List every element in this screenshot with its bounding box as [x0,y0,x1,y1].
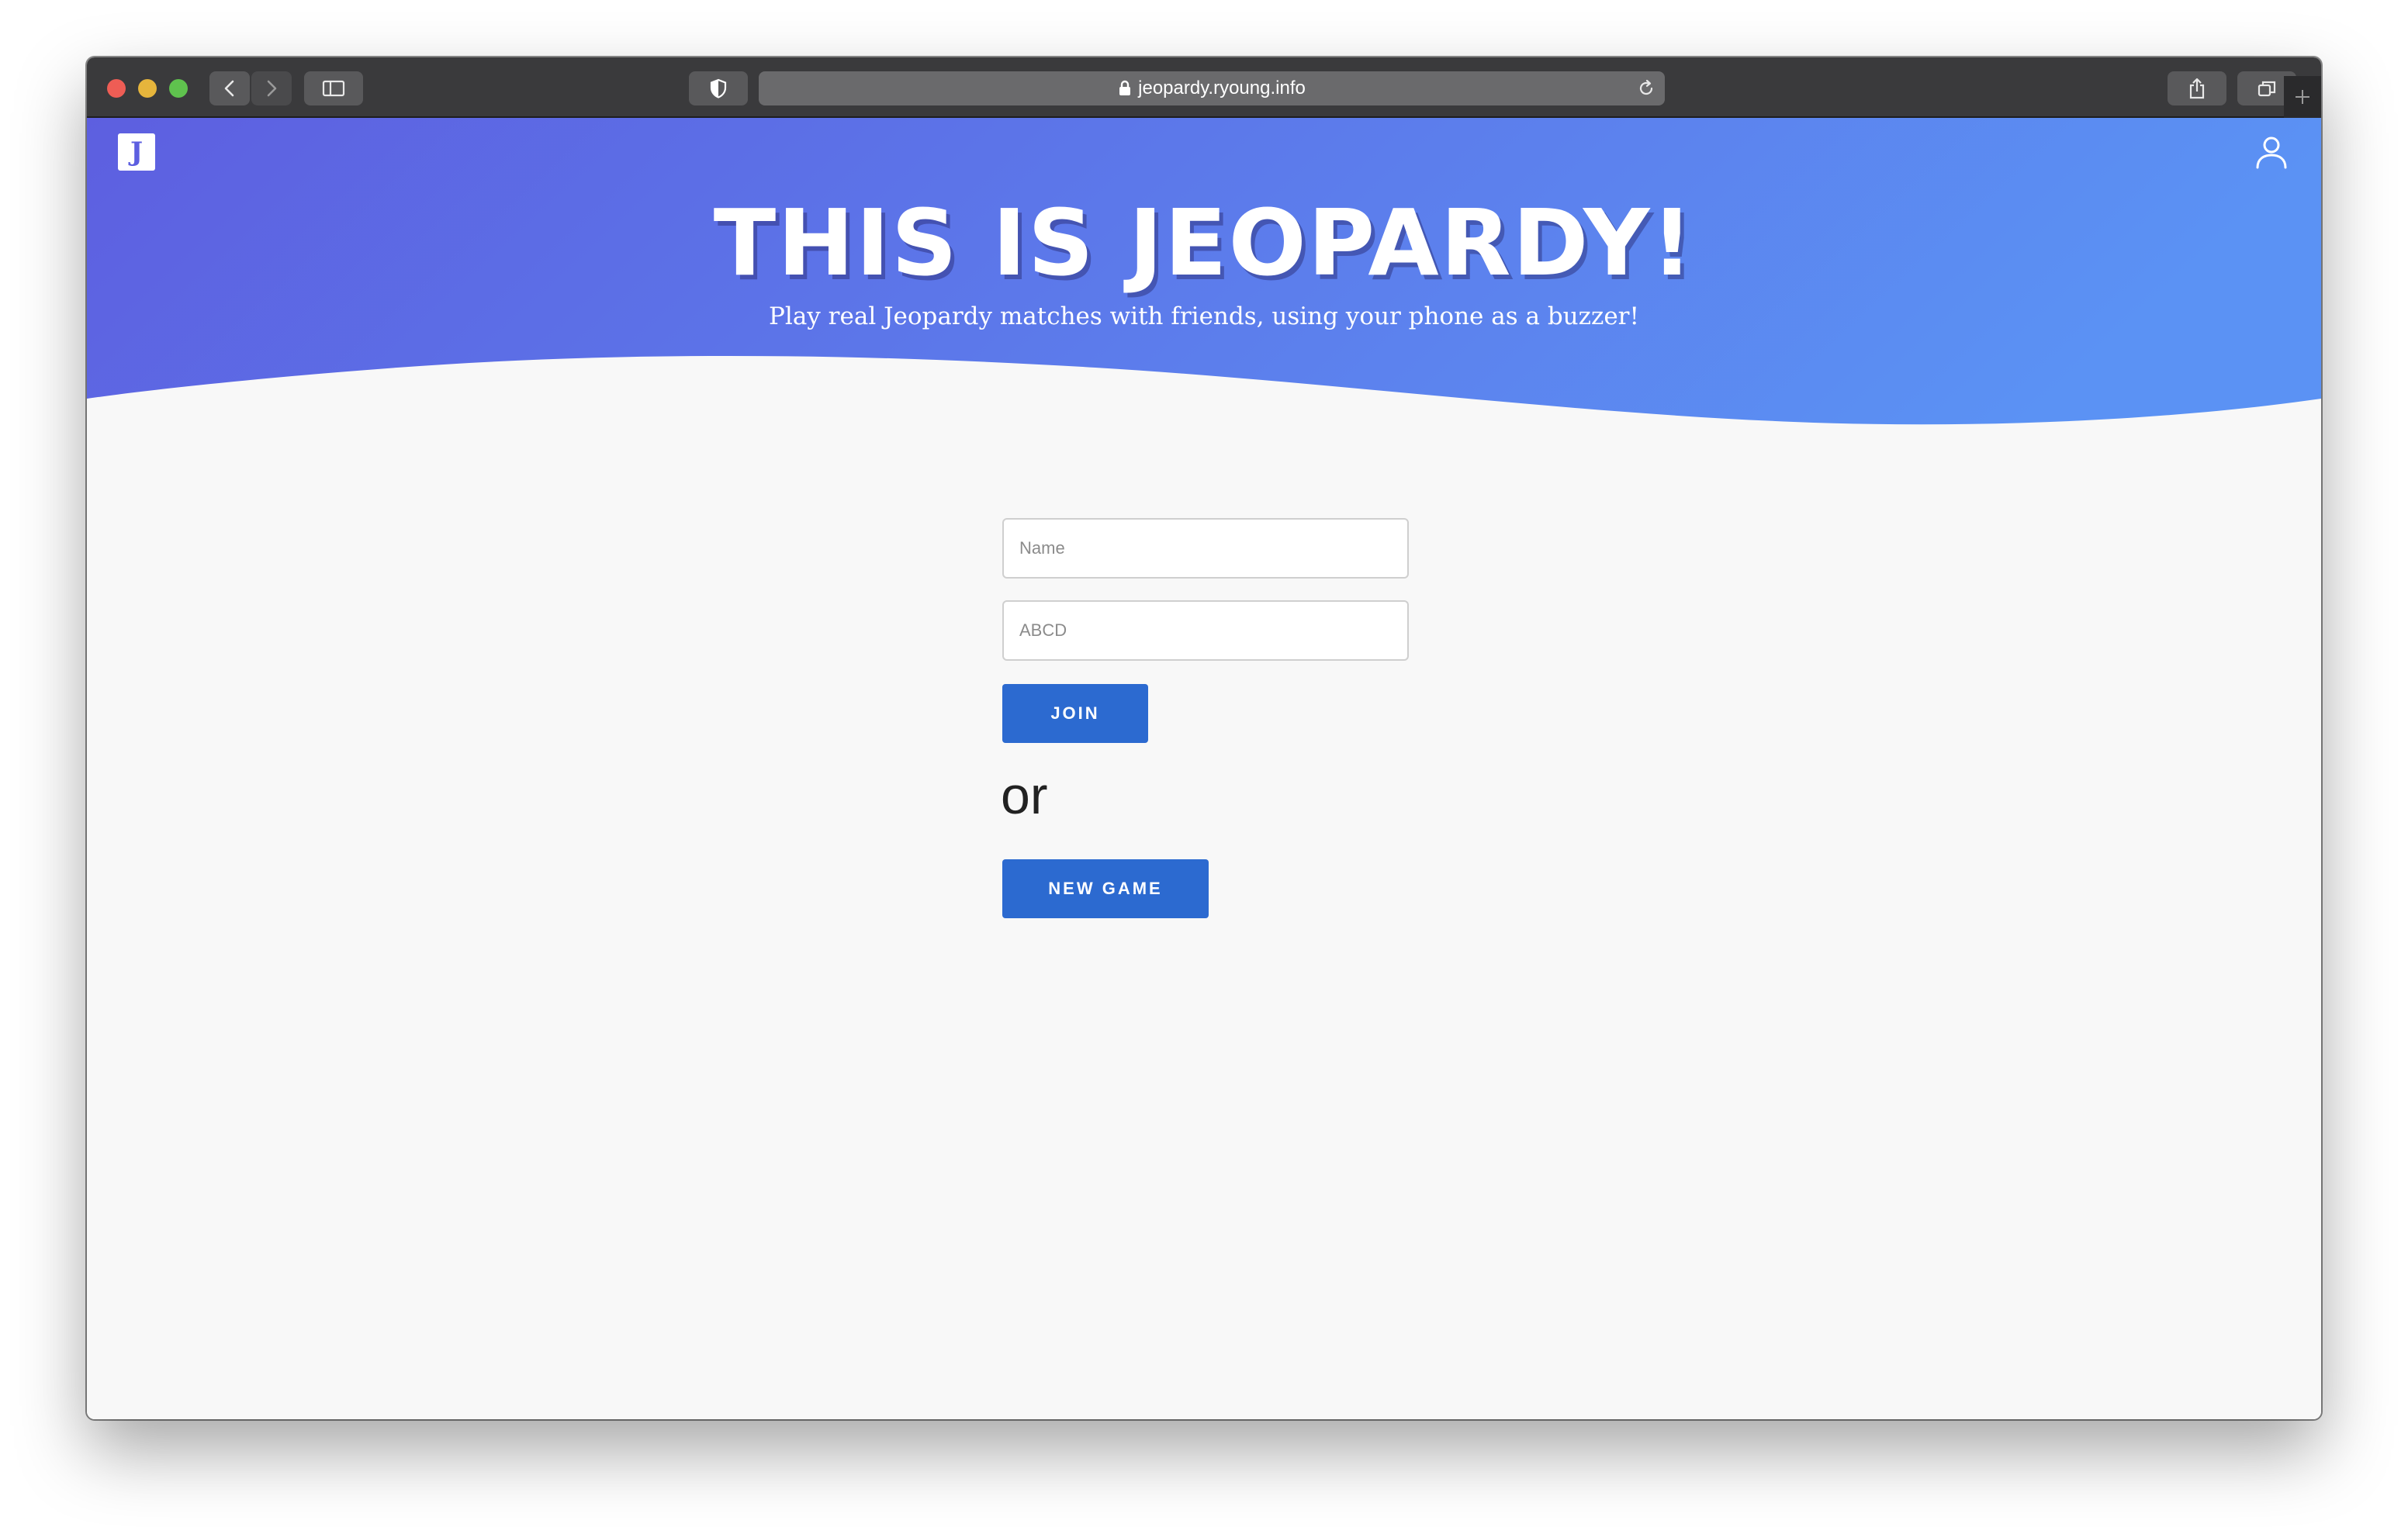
page-title: THIS IS JEOPARDY! [713,189,1695,296]
chevron-left-icon [224,80,234,97]
chevron-right-icon [267,80,277,97]
tabs-overview-icon [2258,81,2276,97]
back-button[interactable] [209,71,250,105]
name-input[interactable] [1002,518,1409,579]
or-separator: or [1001,766,1048,825]
lock-icon [1119,80,1131,95]
user-icon[interactable] [2253,133,2290,171]
game-code-input[interactable] [1002,600,1409,661]
reload-icon[interactable] [1635,78,1657,99]
privacy-report-button[interactable] [689,71,748,105]
zoom-window-button[interactable] [169,79,188,98]
new-game-button[interactable]: NEW GAME [1002,859,1209,918]
sidebar-button[interactable] [304,71,363,105]
plus-icon [2296,90,2309,104]
page-subtitle: Play real Jeopardy matches with friends,… [769,302,1639,330]
url-text: jeopardy.ryoung.info [1138,78,1306,98]
hero-banner: J THIS IS JEOPARDY! Play real Jeopardy m… [87,118,2321,428]
new-tab-button[interactable] [2284,76,2321,118]
browser-toolbar: jeopardy.ryoung.info [87,57,2321,118]
page-content: J THIS IS JEOPARDY! Play real Jeopardy m… [87,118,2321,1419]
share-button[interactable] [2168,71,2226,105]
sidebar-icon [322,80,345,97]
shield-icon [710,78,727,98]
logo[interactable]: J [118,133,155,171]
browser-window: jeopardy.ryoung.info J THIS IS JEOPARDY!… [87,57,2321,1419]
forward-button[interactable] [251,71,292,105]
join-button[interactable]: JOIN [1002,684,1148,743]
share-icon [2189,78,2205,99]
minimize-window-button[interactable] [138,79,157,98]
address-bar[interactable]: jeopardy.ryoung.info [759,71,1665,105]
close-window-button[interactable] [107,79,126,98]
